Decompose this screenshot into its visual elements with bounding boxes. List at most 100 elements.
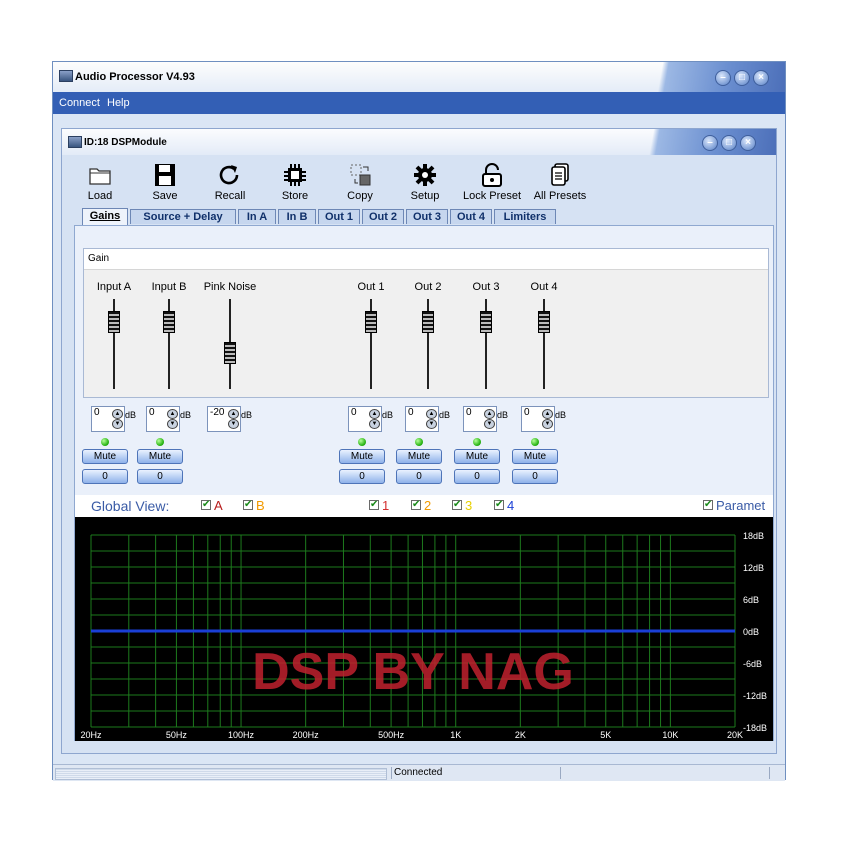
setup-button[interactable]: Setup [395, 163, 455, 207]
tab-source-delay[interactable]: Source + Delay [130, 209, 236, 224]
store-button[interactable]: Store [265, 163, 325, 207]
spin-down-icon[interactable]: ▼ [542, 419, 553, 429]
spin-down-icon[interactable]: ▼ [369, 419, 380, 429]
y-tick-label: 18dB [743, 531, 764, 541]
y-tick-label: 12dB [743, 563, 764, 573]
tab-limiters[interactable]: Limiters [494, 209, 556, 224]
spin-up-icon[interactable]: ▲ [484, 409, 495, 419]
gain-value-input[interactable]: 0 ▲ ▼ [521, 406, 555, 432]
channel-counter-button[interactable]: 0 [454, 469, 500, 484]
spin-down-icon[interactable]: ▼ [167, 419, 178, 429]
channel-counter-button[interactable]: 0 [137, 469, 183, 484]
gain-value: 0 [408, 407, 414, 418]
tab-out-4[interactable]: Out 4 [450, 209, 492, 224]
channel-counter-button[interactable]: 0 [339, 469, 385, 484]
spin-up-icon[interactable]: ▲ [112, 409, 123, 419]
window-titlebar: Audio Processor V4.93 – □ × [53, 62, 785, 92]
spinner-buttons: ▲ ▼ [112, 409, 123, 429]
tab-out-3[interactable]: Out 3 [406, 209, 448, 224]
gain-value-input[interactable]: 0 ▲ ▼ [146, 406, 180, 432]
channel-label: Input A [96, 281, 132, 293]
all-presets-label: All Presets [533, 190, 587, 202]
check-2[interactable]: ✔ [411, 500, 421, 510]
fader-knob[interactable] [224, 342, 236, 364]
gain-value: 0 [524, 407, 530, 418]
copy-label: Copy [347, 190, 373, 202]
spin-down-icon[interactable]: ▼ [426, 419, 437, 429]
tab-in-b[interactable]: In B [278, 209, 316, 224]
fader-knob[interactable] [365, 310, 377, 333]
graph-canvas: DSP BY NAG18dB12dB6dB0dB-6dB-12dB-18dB20… [80, 531, 767, 740]
recall-label: Recall [214, 190, 246, 202]
spin-up-icon[interactable]: ▲ [542, 409, 553, 419]
gain-value: 0 [94, 407, 100, 418]
menu-connect[interactable]: Connect [59, 97, 100, 109]
gain-value-input[interactable]: 0 ▲ ▼ [463, 406, 497, 432]
spinner-buttons: ▲ ▼ [167, 409, 178, 429]
channel-counter-button[interactable]: 0 [512, 469, 558, 484]
check-4[interactable]: ✔ [494, 500, 504, 510]
fader-knob[interactable] [422, 310, 434, 333]
load-button[interactable]: Load [70, 163, 130, 207]
tab-out-2[interactable]: Out 2 [362, 209, 404, 224]
tab-out-1[interactable]: Out 1 [318, 209, 360, 224]
check-parameters[interactable]: ✔ [703, 500, 713, 510]
menu-help[interactable]: Help [107, 97, 130, 109]
db-unit: dB [439, 410, 451, 420]
module-title: ID:18 DSPModule [84, 137, 167, 148]
module-minimize-icon[interactable]: – [702, 135, 718, 151]
fader-knob[interactable] [538, 310, 550, 333]
gain-value-input[interactable]: 0 ▲ ▼ [405, 406, 439, 432]
spin-up-icon[interactable]: ▲ [228, 409, 239, 419]
channel-counter-button[interactable]: 0 [82, 469, 128, 484]
spin-down-icon[interactable]: ▼ [228, 419, 239, 429]
gain-value-input[interactable]: 0 ▲ ▼ [348, 406, 382, 432]
channel-counter-button[interactable]: 0 [396, 469, 442, 484]
spinner-buttons: ▲ ▼ [542, 409, 553, 429]
spin-down-icon[interactable]: ▼ [112, 419, 123, 429]
gain-value-input[interactable]: 0 ▲ ▼ [91, 406, 125, 432]
x-tick-label: 5K [600, 730, 611, 740]
check-1[interactable]: ✔ [369, 500, 379, 510]
spin-up-icon[interactable]: ▲ [426, 409, 437, 419]
menu-bar: Connect Help [53, 92, 785, 114]
copy-button[interactable]: Copy [330, 163, 390, 207]
mute-button[interactable]: Mute [82, 449, 128, 464]
close-icon[interactable]: × [753, 70, 769, 86]
y-tick-label: 0dB [743, 627, 759, 637]
spin-down-icon[interactable]: ▼ [484, 419, 495, 429]
channel-label: Pink Noise [203, 281, 257, 293]
spin-up-icon[interactable]: ▲ [369, 409, 380, 419]
check-3[interactable]: ✔ [452, 500, 462, 510]
x-tick-label: 200Hz [293, 730, 320, 740]
check-b[interactable]: ✔ [243, 500, 253, 510]
check-2-label: 2 [424, 498, 432, 513]
all-presets-button[interactable]: All Presets [528, 163, 592, 207]
tab-gains[interactable]: Gains [82, 208, 128, 225]
mute-button[interactable]: Mute [512, 449, 558, 464]
module-close-icon[interactable]: × [740, 135, 756, 151]
mute-button[interactable]: Mute [339, 449, 385, 464]
fader-knob[interactable] [108, 310, 120, 333]
check-b-label: B [256, 498, 265, 513]
spin-up-icon[interactable]: ▲ [167, 409, 178, 419]
save-button[interactable]: Save [135, 163, 195, 207]
maximize-icon[interactable]: □ [734, 70, 750, 86]
minimize-icon[interactable]: – [715, 70, 731, 86]
mute-button[interactable]: Mute [137, 449, 183, 464]
channel-label: Out 2 [414, 281, 442, 293]
mute-button[interactable]: Mute [454, 449, 500, 464]
app-icon [59, 70, 73, 82]
tab-in-a[interactable]: In A [238, 209, 276, 224]
lock-preset-button[interactable]: Lock Preset [460, 163, 524, 207]
gain-value-input[interactable]: -20 ▲ ▼ [207, 406, 241, 432]
check-a[interactable]: ✔ [201, 500, 211, 510]
y-tick-label: -6dB [743, 659, 762, 669]
fader-knob[interactable] [163, 310, 175, 333]
mute-button[interactable]: Mute [396, 449, 442, 464]
module-maximize-icon[interactable]: □ [721, 135, 737, 151]
db-unit: dB [555, 410, 567, 420]
check-4-label: 4 [507, 498, 515, 513]
recall-button[interactable]: Recall [200, 163, 260, 207]
fader-knob[interactable] [480, 310, 492, 333]
